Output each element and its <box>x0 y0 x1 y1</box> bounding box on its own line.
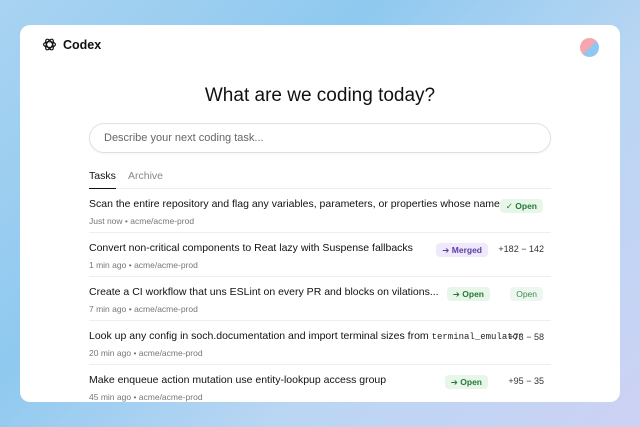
task-row[interactable]: Create a CI workflow that uns ESLint on … <box>89 277 551 321</box>
task-row[interactable]: Scan the entire repository and flag any … <box>89 189 551 233</box>
secondary-status-badge[interactable]: Open <box>510 287 543 301</box>
app-logo[interactable]: Codex <box>42 37 101 52</box>
page-heading: What are we coding today? <box>204 85 436 106</box>
diff-stats: +182 − 142 <box>498 244 544 254</box>
top-bar: Codex <box>20 25 620 69</box>
openai-knot-icon <box>43 38 56 51</box>
task-meta: 20 min ago • acme/acme-prod <box>89 348 203 358</box>
diff-stats: +73 − 58 <box>508 332 544 342</box>
task-title: Scan the entire repository and flag any … <box>89 198 506 210</box>
diff-deletions: − 142 <box>521 244 544 254</box>
task-time: 1 min ago <box>89 260 127 270</box>
status-badge[interactable]: ➔ Open <box>444 375 488 389</box>
diff-additions: +73 <box>508 332 524 342</box>
user-avatar[interactable] <box>580 38 599 57</box>
task-title: Convert non-critical components to Reat … <box>89 242 413 254</box>
task-repo: acme/acme-prod <box>138 392 203 402</box>
task-row[interactable]: Make enqueue action mutation use entity-… <box>89 365 551 402</box>
task-tabs: Tasks Archive <box>89 171 551 189</box>
status-badge[interactable]: ➔ Merged <box>436 243 488 257</box>
diff-additions: +95 <box>508 376 524 386</box>
task-meta: 7 min ago • acme/acme-prod <box>89 304 198 314</box>
status-badge[interactable]: ✓ Open <box>499 199 543 213</box>
app-window: Codex What are we coding today? Tasks Ar… <box>20 25 620 402</box>
task-title: Create a CI workflow that uns ESLint on … <box>89 286 439 298</box>
task-repo: acme/acme-prod <box>130 216 195 226</box>
task-meta: 45 min ago • acme/acme-prod <box>89 392 203 402</box>
diff-deletions: − 35 <box>526 376 544 386</box>
task-meta: 1 min ago • acme/acme-prod <box>89 260 198 270</box>
diff-additions: +182 <box>498 244 519 254</box>
task-time: Just now <box>89 216 123 226</box>
status-badge[interactable]: ➔ Open <box>446 287 490 301</box>
task-title: Make enqueue action mutation use entity-… <box>89 374 387 386</box>
tab-archive[interactable]: Archive <box>128 171 163 189</box>
task-repo: acme/acme-prod <box>134 304 198 314</box>
task-meta: Just now • acme/acme-prod <box>89 216 194 226</box>
diff-stats: +95 − 35 <box>508 376 544 386</box>
task-input[interactable] <box>89 123 551 153</box>
diff-deletions: − 58 <box>526 332 544 342</box>
task-time: 45 min ago <box>89 392 132 402</box>
task-repo: acme/acme-prod <box>138 348 203 358</box>
task-time: 20 min ago <box>89 348 132 358</box>
task-row[interactable]: Convert non-critical components to Reat … <box>89 233 551 277</box>
task-title-text: Look up any config in soch.documentation… <box>89 330 429 342</box>
task-title: Look up any config in soch.documentation… <box>89 330 523 342</box>
app-name: Codex <box>63 37 102 52</box>
task-row[interactable]: Look up any config in soch.documentation… <box>89 321 551 365</box>
task-repo: acme/acme-prod <box>134 260 198 270</box>
tab-tasks[interactable]: Tasks <box>89 171 116 189</box>
task-time: 7 min ago <box>89 304 127 314</box>
